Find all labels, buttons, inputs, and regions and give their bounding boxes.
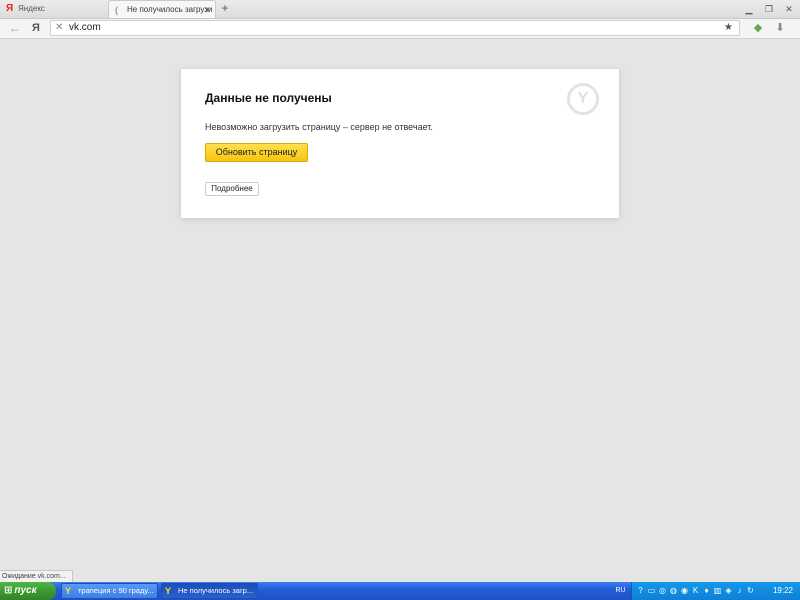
language-indicator[interactable]: RU bbox=[612, 583, 629, 599]
reload-page-button[interactable]: Обновить страницу bbox=[205, 143, 308, 162]
close-tab-icon[interactable]: ✕ bbox=[203, 1, 211, 18]
tab-label: Не получилось загрузи bbox=[127, 5, 213, 14]
start-button[interactable]: ⊞ пуск bbox=[0, 582, 56, 600]
windows-flag-icon: ⊞ bbox=[4, 585, 13, 596]
help-icon[interactable]: ? bbox=[636, 584, 645, 597]
yandex-browser-icon: Y bbox=[165, 586, 172, 596]
tab-label: Яндекс bbox=[18, 4, 45, 13]
taskbar-item[interactable]: Y трапеция с 90 граду... bbox=[61, 583, 158, 599]
yandex-icon: Я bbox=[6, 3, 14, 14]
downloads-icon[interactable]: ⬇ bbox=[772, 19, 788, 38]
yandex-browser-icon: Y bbox=[65, 586, 72, 596]
navigation-bar: ← Я ✕ vk.com ★ bbox=[0, 19, 800, 39]
close-window-icon[interactable]: ✕ bbox=[782, 3, 796, 15]
minimize-icon[interactable]: ▁ bbox=[742, 3, 756, 15]
taskbar-item-active[interactable]: Y Не получилось загр... bbox=[161, 583, 258, 599]
restore-icon[interactable]: ❐ bbox=[762, 3, 776, 15]
app-icon[interactable]: ◉ bbox=[680, 584, 689, 597]
error-title: Данные не получены bbox=[205, 91, 332, 105]
yandex-home-button[interactable]: Я bbox=[30, 19, 42, 38]
details-button[interactable]: Подробнее bbox=[205, 182, 259, 196]
update-icon[interactable]: ↻ bbox=[746, 584, 755, 597]
security-icon[interactable]: ◍ bbox=[669, 584, 678, 597]
shield-icon[interactable]: ♦ bbox=[702, 584, 711, 597]
browser-logo-icon: Y bbox=[567, 83, 599, 115]
loading-icon: ( bbox=[115, 5, 118, 15]
taskbar-item-label: трапеция с 90 граду... bbox=[78, 586, 154, 595]
error-card: Y Данные не получены Невозможно загрузит… bbox=[181, 69, 619, 218]
system-tray: ? ▭ ◎ ◍ ◉ K ♦ ▥ ◈ ♪ ↻ 19:22 bbox=[631, 582, 800, 600]
network-icon[interactable]: ◎ bbox=[658, 584, 667, 597]
new-tab-button[interactable]: + bbox=[218, 0, 232, 18]
start-label: пуск bbox=[14, 585, 37, 596]
back-arrow-icon[interactable]: ← bbox=[8, 19, 22, 38]
clock[interactable]: 19:22 bbox=[773, 582, 793, 600]
tab-bar: Я Яндекс ( Не получилось загрузи ✕ + ▁ ❐… bbox=[0, 0, 800, 19]
tab-yandex[interactable]: Я Яндекс bbox=[0, 0, 105, 18]
tab-error-page[interactable]: ( Не получилось загрузи ✕ bbox=[108, 0, 216, 18]
speech-icon[interactable]: ◈ bbox=[724, 584, 733, 597]
extension-icon[interactable]: ◆ bbox=[750, 19, 766, 38]
volume-icon[interactable]: ♪ bbox=[735, 584, 744, 597]
chart-icon[interactable]: ▥ bbox=[713, 584, 722, 597]
error-message: Невозможно загрузить страницу – сервер н… bbox=[205, 122, 433, 132]
window-icon[interactable]: ▭ bbox=[647, 584, 656, 597]
taskbar-item-label: Не получилось загр... bbox=[178, 586, 254, 595]
stop-loading-icon[interactable]: ✕ bbox=[55, 21, 63, 35]
bookmark-star-icon[interactable]: ★ bbox=[724, 21, 733, 35]
address-url[interactable]: vk.com bbox=[69, 21, 101, 35]
address-bar[interactable]: ✕ vk.com ★ bbox=[50, 20, 740, 36]
kaspersky-icon[interactable]: K bbox=[691, 584, 700, 597]
taskbar: ⊞ пуск Y трапеция с 90 граду... Y Не полу… bbox=[0, 582, 800, 600]
window-controls: ▁ ❐ ✕ bbox=[742, 0, 796, 18]
